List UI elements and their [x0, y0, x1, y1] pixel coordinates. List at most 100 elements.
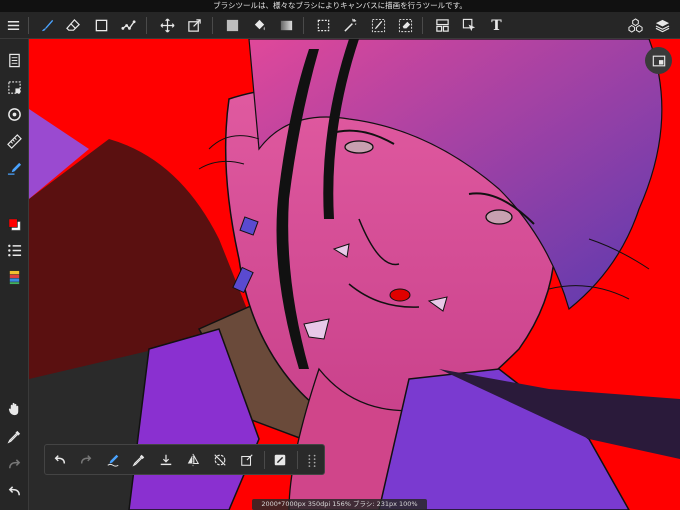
magic-wand-icon	[344, 18, 357, 32]
quick-eyedropper-button[interactable]	[128, 449, 150, 471]
move-tool-button[interactable]	[156, 14, 179, 37]
stabilizer-icon	[107, 454, 119, 467]
ruler-icon	[7, 134, 22, 149]
pen-button[interactable]	[3, 157, 26, 180]
pen-icon	[7, 162, 22, 175]
hand-tool-button[interactable]	[3, 397, 26, 420]
move-tool-icon	[160, 18, 175, 33]
top-toolbar: T	[0, 12, 680, 39]
select-eraser-button[interactable]	[394, 14, 417, 37]
menu-icon	[7, 21, 20, 30]
eyedropper-button[interactable]	[3, 425, 26, 448]
shape-tool-button[interactable]	[90, 14, 113, 37]
rotate-off-icon	[214, 454, 226, 466]
tool-hint-bar: ブラシツールは、様々なブラシによりキャンバスに描画を行うツールです。	[0, 0, 680, 12]
quick-more-button[interactable]	[301, 449, 323, 471]
brush-tool-icon	[41, 19, 54, 32]
snap-button[interactable]	[3, 103, 26, 126]
brush-list-icon	[8, 244, 22, 257]
select-eraser-icon	[398, 18, 413, 33]
eraser-tool-button[interactable]	[62, 14, 85, 37]
text-tool-icon: T	[491, 17, 502, 34]
redo-icon	[9, 459, 21, 469]
toolbar-separator	[146, 17, 147, 34]
dot-brush-button[interactable]	[117, 14, 140, 37]
pages-icon	[9, 53, 20, 68]
panel-layout-button[interactable]	[431, 14, 454, 37]
toolbar-separator	[303, 17, 304, 34]
clear-layer-icon	[160, 454, 172, 466]
ruler-button[interactable]	[3, 130, 26, 153]
select-tool-button[interactable]	[312, 14, 335, 37]
redo-icon	[80, 455, 92, 464]
quick-rotate-button[interactable]	[209, 449, 231, 471]
select-pen-icon	[371, 18, 386, 33]
quickbar-separator	[264, 451, 265, 469]
quick-access-bar	[44, 444, 325, 475]
materials-button[interactable]	[624, 14, 647, 37]
color-palette-icon	[9, 270, 20, 285]
quickbar-separator	[297, 451, 298, 469]
magic-wand-button[interactable]	[339, 14, 362, 37]
quick-redo-button[interactable]	[75, 449, 97, 471]
undo-button[interactable]	[3, 480, 26, 503]
fill-color-icon	[226, 19, 239, 32]
quick-layer-button[interactable]	[269, 449, 291, 471]
toolbar-separator	[28, 17, 29, 34]
brush-tool-button[interactable]	[36, 14, 59, 37]
eyedropper-icon	[7, 430, 21, 444]
quick-stabilizer-button[interactable]	[102, 449, 124, 471]
brush-list-button[interactable]	[3, 239, 26, 262]
quick-flip-button[interactable]	[182, 449, 204, 471]
snap-icon	[8, 108, 21, 121]
navigator-icon	[652, 55, 665, 66]
select-pen-button[interactable]	[367, 14, 390, 37]
pages-button[interactable]	[3, 49, 26, 72]
layer-toggle-icon	[274, 454, 286, 466]
select-tool-icon	[317, 19, 330, 32]
gradient-tool-icon	[280, 20, 293, 31]
quick-undo-button[interactable]	[49, 449, 71, 471]
panel-layout-icon	[436, 19, 449, 32]
left-sidebar	[0, 39, 29, 510]
redo-button[interactable]	[3, 453, 26, 476]
selection-icon	[8, 81, 21, 94]
materials-icon	[628, 18, 643, 33]
fill-color-button[interactable]	[221, 14, 244, 37]
pointer-tool-icon	[462, 18, 476, 32]
drawing-canvas[interactable]	[29, 39, 680, 510]
toolbar-separator	[422, 17, 423, 34]
text-tool-button[interactable]: T	[485, 14, 508, 37]
layers-icon	[655, 19, 670, 33]
transform-tool-icon	[188, 19, 201, 32]
quick-clear-button[interactable]	[155, 449, 177, 471]
menu-button[interactable]	[2, 14, 25, 37]
dot-brush-icon	[121, 20, 136, 30]
canvas-info-bar: 2000*7000px 350dpi 156% ブラシ: 231px 100%	[252, 499, 427, 510]
flip-horizontal-icon	[187, 453, 200, 467]
color-swatch-button[interactable]	[3, 213, 26, 236]
more-icon	[308, 454, 316, 467]
quick-transform-button[interactable]	[236, 449, 258, 471]
color-swatch-icon	[8, 218, 21, 231]
toolbar-separator	[212, 17, 213, 34]
transform-tool-button[interactable]	[183, 14, 206, 37]
undo-icon	[8, 486, 20, 496]
bucket-tool-icon	[254, 19, 265, 31]
tool-hint-text: ブラシツールは、様々なブラシによりキャンバスに描画を行うツールです。	[213, 1, 467, 10]
eraser-tool-icon	[66, 18, 80, 31]
canvas-artwork	[29, 39, 680, 510]
bucket-tool-button[interactable]	[248, 14, 271, 37]
app-window: ブラシツールは、様々なブラシによりキャンバスに描画を行うツールです。 T 200…	[0, 0, 680, 510]
pointer-tool-button[interactable]	[458, 14, 481, 37]
canvas-info-text: 2000*7000px 350dpi 156% ブラシ: 231px 100%	[261, 500, 418, 508]
shape-tool-icon	[95, 19, 108, 32]
gradient-tool-button[interactable]	[275, 14, 298, 37]
eyedropper-icon	[132, 454, 145, 467]
hand-tool-icon	[8, 402, 19, 416]
color-palette-button[interactable]	[3, 266, 26, 289]
layers-button[interactable]	[651, 14, 674, 37]
selection-button[interactable]	[3, 76, 26, 99]
undo-icon	[54, 455, 66, 464]
navigator-button[interactable]	[645, 47, 672, 74]
